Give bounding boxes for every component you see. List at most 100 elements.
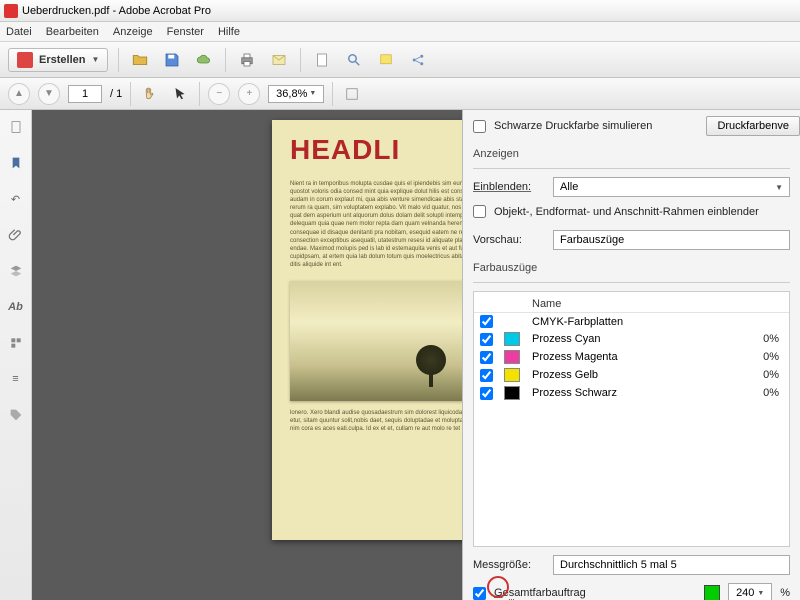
einblenden-value: Alle [560,181,578,193]
cloud-icon[interactable] [193,49,215,71]
messgroesse-value: Durchschnittlich 5 mal 5 [560,559,677,571]
open-icon[interactable] [129,49,151,71]
menu-bearbeiten[interactable]: Bearbeiten [46,26,99,38]
vorschau-value: Farbauszüge [560,234,624,246]
coverage-value-input[interactable]: 240 ▼ [728,583,772,600]
row-pct: 0% [739,369,783,381]
menubar: Datei Bearbeiten Anzeige Fenster Hilfe [0,22,800,42]
row-name: Prozess Schwarz [532,387,739,399]
order-icon[interactable]: ≡ [7,370,25,388]
toolbar-nav: ▲ ▼ / 1 − + 36,8%▼ [0,78,800,110]
separator [118,48,119,72]
separator [332,82,333,106]
chevron-down-icon: ▼ [91,55,99,64]
vorschau-input[interactable]: Farbauszüge [553,230,790,250]
swatch-icon [504,386,520,400]
fit-tool-icon[interactable] [341,83,363,105]
tag-icon[interactable] [7,406,25,424]
zoom-in-icon[interactable]: + [238,83,260,105]
page-number-input[interactable] [68,85,102,103]
page-up-icon[interactable]: ▲ [8,83,30,105]
row-checkbox[interactable] [480,315,493,328]
search-icon[interactable] [343,49,365,71]
einblenden-select[interactable]: Alle ▼ [553,177,790,197]
percent-label: % [780,587,790,599]
vorschau-label: Vorschau: [473,234,545,246]
bookmark-icon[interactable] [7,154,25,172]
row-name: Prozess Gelb [532,369,739,381]
messgroesse-input[interactable]: Durchschnittlich 5 mal 5 [553,555,790,575]
row-pct: 0% [739,333,783,345]
swatch-icon [504,332,520,346]
signature-icon[interactable]: Ab [7,298,25,316]
table-row[interactable]: Prozess Schwarz 0% [474,384,789,402]
attachment-icon[interactable] [7,226,25,244]
row-name: Prozess Magenta [532,351,739,363]
toolbar-main: Erstellen ▼ [0,42,800,78]
page-total-label: / 1 [110,88,122,100]
anzeigen-group: Anzeigen [473,148,800,160]
row-name: CMYK-Farbplatten [532,316,739,328]
swatch-icon [504,350,520,364]
menu-hilfe[interactable]: Hilfe [218,26,240,38]
document-view[interactable]: HEADLI Nient ra in temporibus molupta cu… [32,110,462,600]
row-checkbox[interactable] [480,387,493,400]
row-checkbox[interactable] [480,369,493,382]
save-icon[interactable] [161,49,183,71]
separator [300,48,301,72]
row-name: Prozess Cyan [532,333,739,345]
output-preview-panel: Schwarze Druckfarbe simulieren Druckfarb… [462,110,800,600]
page-icon[interactable] [311,49,333,71]
zoom-field[interactable]: 36,8%▼ [268,85,324,103]
mail-icon[interactable] [268,49,290,71]
farbauszuge-group: Farbauszüge [473,262,800,274]
layers-icon[interactable] [7,262,25,280]
doc-headline: HEADLI [290,134,462,166]
doc-image [290,281,462,401]
table-row[interactable]: Prozess Gelb 0% [474,366,789,384]
coverage-value: 240 [736,587,754,599]
print-icon[interactable] [236,49,258,71]
color-swatch-icon[interactable] [704,585,720,600]
content-area: ↶ Ab ≡ HEADLI Nient ra in temporibus mol… [0,110,800,600]
menu-datei[interactable]: Datei [6,26,32,38]
window-title: Ueberdrucken.pdf - Adobe Acrobat Pro [22,5,211,17]
menu-fenster[interactable]: Fenster [167,26,204,38]
row-checkbox[interactable] [480,333,493,346]
select-tool-icon[interactable] [169,83,191,105]
note-icon[interactable] [375,49,397,71]
messgroesse-label: Messgröße: [473,559,545,571]
zoom-out-icon[interactable]: − [208,83,230,105]
frames-label: Objekt-, Endformat- und Anschnitt-Rahmen… [494,206,759,218]
separator [130,82,131,106]
doc-caption: lonero. Xero blandi audise quosadaestrum… [290,409,462,433]
separator [199,82,200,106]
sidebar: ↶ Ab ≡ [0,110,32,600]
create-pdf-icon [17,52,33,68]
hand-tool-icon[interactable] [139,83,161,105]
simulate-black-checkbox[interactable] [473,120,486,133]
tags-icon[interactable] [7,334,25,352]
undo-icon[interactable]: ↶ [7,190,25,208]
doc-body: Nient ra in temporibus molupta cusdae qu… [290,180,462,269]
create-label: Erstellen [39,54,85,66]
thumbnails-icon[interactable] [7,118,25,136]
ink-coverage-button[interactable]: Druckfarbenve [706,116,800,136]
share-icon[interactable] [407,49,429,71]
separator [225,48,226,72]
row-checkbox[interactable] [480,351,493,364]
table-row[interactable]: Prozess Magenta 0% [474,348,789,366]
frames-checkbox[interactable] [473,205,486,218]
gesamt-checkbox[interactable] [473,587,486,600]
titlebar: Ueberdrucken.pdf - Adobe Acrobat Pro [0,0,800,22]
simulate-black-label: Schwarze Druckfarbe simulieren [494,120,652,132]
pdf-page: HEADLI Nient ra in temporibus molupta cu… [272,120,462,540]
table-row[interactable]: CMYK-Farbplatten [474,313,789,330]
create-button[interactable]: Erstellen ▼ [8,48,108,72]
col-name: Name [532,298,739,310]
row-pct: 0% [739,387,783,399]
table-row[interactable]: Prozess Cyan 0% [474,330,789,348]
page-down-icon[interactable]: ▼ [38,83,60,105]
menu-anzeige[interactable]: Anzeige [113,26,153,38]
gesamt-label: GesGesamtfarbauftragamtfarbauftrag [494,587,586,599]
